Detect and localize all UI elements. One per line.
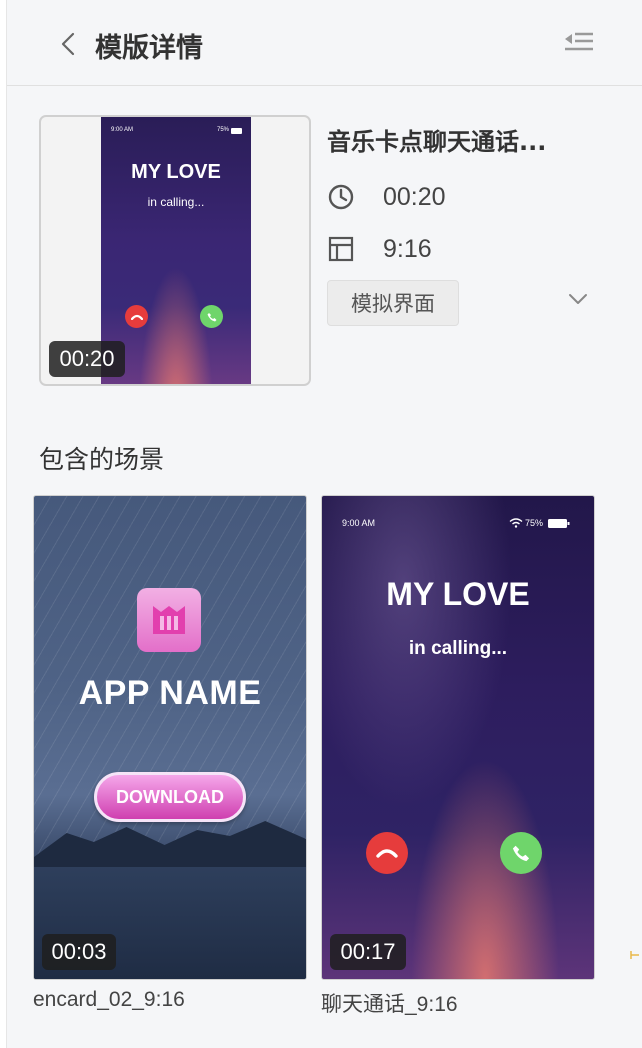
clock-icon xyxy=(328,184,354,210)
chevron-left-icon xyxy=(61,32,75,56)
preview-subtitle: in calling... xyxy=(147,195,205,209)
collapse-panel-button[interactable] xyxy=(563,30,595,56)
ratio-value: 9:16 xyxy=(383,234,432,263)
scene-label: encard_02_9:16 xyxy=(33,988,185,1011)
chevron-down-icon xyxy=(569,294,587,304)
template-detail-panel: 模版详情 9:00 AM 75% MY LOVE in calling... 0… xyxy=(6,0,642,1048)
section-title: 包含的场景 xyxy=(39,445,165,474)
scene-duration-badge: 00:17 xyxy=(330,934,406,970)
collapse-panel-icon xyxy=(565,32,593,51)
resize-handle-icon[interactable] xyxy=(630,950,640,960)
preview-title: MY LOVE xyxy=(131,161,221,183)
wifi-icon xyxy=(509,518,523,528)
template-cover[interactable]: 9:00 AM 75% MY LOVE in calling... 00:20 xyxy=(39,115,311,386)
accept-call-icon xyxy=(200,305,223,328)
expand-button[interactable] xyxy=(567,290,589,308)
preview-app-name: APP NAME xyxy=(78,674,262,712)
battery-percent: 75% xyxy=(525,518,544,528)
preview-subtitle: in calling... xyxy=(408,638,508,659)
app-logo-icon xyxy=(137,588,201,652)
accept-call-icon xyxy=(500,832,542,874)
scene-duration-badge: 00:03 xyxy=(42,934,116,970)
decline-call-icon xyxy=(125,305,148,328)
scene-card-call[interactable]: 9:00 AM 75% MY LOVE in calling... 00:17 xyxy=(321,495,595,980)
page-title: 模版详情 xyxy=(95,33,203,64)
layout-icon xyxy=(328,236,354,262)
preview-download-button: DOWNLOAD xyxy=(94,772,246,822)
preview-title: MY LOVE xyxy=(386,576,530,612)
back-button[interactable] xyxy=(57,30,81,58)
template-name: 音乐卡点聊天通话... xyxy=(327,128,547,156)
status-time: 9:00 AM xyxy=(111,127,134,133)
decline-call-icon xyxy=(366,832,408,874)
status-time: 9:00 AM xyxy=(342,518,376,528)
battery-icon xyxy=(231,128,242,134)
panel-header: 模版详情 xyxy=(7,0,642,86)
scene-card-encard[interactable]: APP NAME DOWNLOAD 00:03 xyxy=(33,495,307,980)
duration-badge: 00:20 xyxy=(49,341,125,377)
duration-row: 00:20 xyxy=(327,181,446,213)
template-tag: 模拟界面 xyxy=(327,280,459,326)
duration-value: 00:20 xyxy=(383,182,446,211)
battery-percent: 75% xyxy=(216,127,229,133)
ratio-row: 9:16 xyxy=(327,233,432,265)
battery-icon xyxy=(548,519,570,528)
scene-label: 聊天通话_9:16 xyxy=(321,993,458,1016)
